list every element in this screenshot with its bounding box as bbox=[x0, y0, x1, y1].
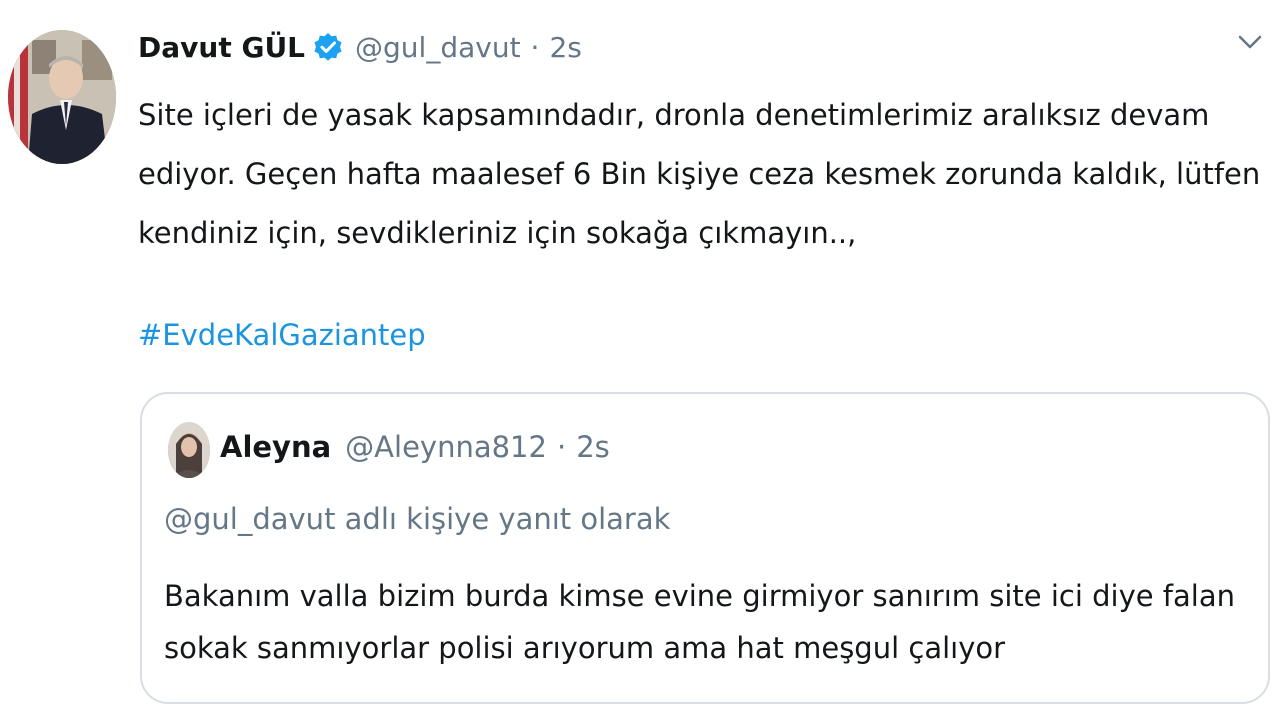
quote-text-line: sokak sanmıyorlar polisi arıyorum ama ha… bbox=[164, 631, 1006, 665]
tweet-text: Site içleri de yasak kapsamındadır, dron… bbox=[138, 86, 1261, 263]
hashtag-link[interactable]: #EvdeKalGaziantep bbox=[138, 308, 426, 362]
author-name[interactable]: Davut GÜL bbox=[138, 31, 305, 64]
tweet-timestamp[interactable]: 2s bbox=[549, 31, 581, 64]
quote-author-avatar[interactable] bbox=[168, 422, 210, 478]
tweet-text-line: Site içleri de yasak kapsamındadır, dron… bbox=[138, 98, 1210, 132]
quote-timestamp[interactable]: 2s bbox=[576, 430, 610, 464]
author-handle[interactable]: @gul_davut bbox=[355, 31, 521, 64]
header-separator: · bbox=[530, 30, 540, 64]
tweet: Davut GÜL @gul_davut · 2s Site içleri de… bbox=[0, 0, 1280, 720]
quote-header: Aleyna @Aleynna812 · 2s bbox=[220, 430, 610, 464]
reply-context: @gul_davut adlı kişiye yanıt olarak bbox=[164, 502, 671, 536]
quote-author-handle[interactable]: @Aleynna812 bbox=[345, 430, 547, 464]
quote-text: Bakanım valla bizim burda kimse evine gi… bbox=[164, 570, 1254, 674]
tweet-header: Davut GÜL @gul_davut · 2s bbox=[138, 22, 582, 72]
quote-author-name[interactable]: Aleyna bbox=[220, 430, 331, 464]
profile-photo-icon bbox=[8, 30, 116, 164]
chevron-down-icon[interactable] bbox=[1234, 28, 1266, 56]
verified-badge-icon bbox=[313, 32, 343, 62]
quote-profile-photo-icon bbox=[168, 422, 210, 478]
quote-header-separator: · bbox=[556, 430, 567, 464]
quoted-tweet[interactable]: Aleyna @Aleynna812 · 2s @gul_davut adlı … bbox=[140, 392, 1270, 704]
quote-text-line: Bakanım valla bizim burda kimse evine gi… bbox=[164, 579, 1235, 613]
tweet-text-line: kendiniz için, sevdikleriniz için sokağa… bbox=[138, 216, 857, 250]
author-avatar[interactable] bbox=[8, 30, 116, 164]
tweet-text-line: ediyor. Geçen hafta maalesef 6 Bin kişiy… bbox=[138, 157, 1261, 191]
